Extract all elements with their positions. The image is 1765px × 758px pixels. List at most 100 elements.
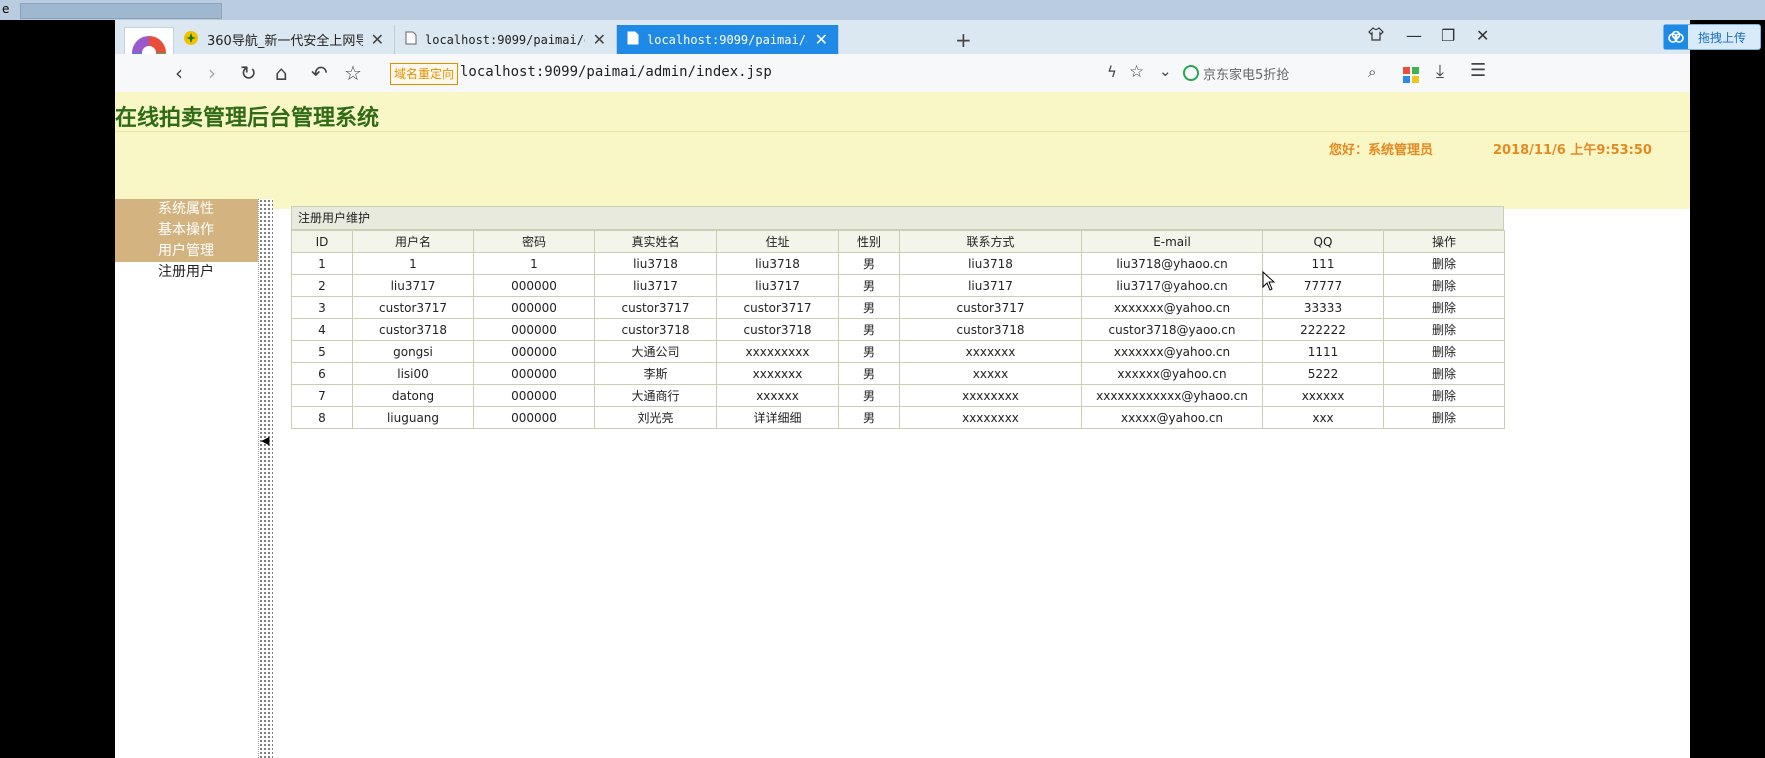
table-cell: liu3717 — [716, 274, 839, 297]
delete-link[interactable]: 删除 — [1432, 367, 1456, 381]
back-icon[interactable]: ‹ — [175, 61, 183, 85]
table-cell: liu3717 — [352, 274, 474, 297]
frame-splitter[interactable] — [258, 199, 273, 758]
table-cell: 000000 — [473, 406, 595, 429]
upload-label: 拖拽上传 — [1698, 30, 1747, 45]
lightning-icon[interactable]: ϟ — [1107, 63, 1117, 81]
delete-link[interactable]: 删除 — [1432, 345, 1456, 359]
refresh-icon[interactable]: ↻ — [240, 61, 257, 85]
dropdown-icon[interactable]: ⌄ — [1159, 62, 1172, 80]
table-cell: 删除 — [1383, 296, 1505, 319]
table-cell: 000000 — [473, 384, 595, 407]
address-toolbar: ‹ › ↻ ⌂ ↶ ☆ 域名重定向 localhost:9099/paimai/… — [115, 54, 1690, 93]
close-icon[interactable]: ✕ — [815, 30, 828, 49]
table-row: 1 1 1 liu3718 liu3718 男 liu3718 liu3718@yhaoo.c… — [291, 252, 1505, 275]
column-header: 密码 — [473, 230, 595, 253]
table-cell: xxxxxxx@yahoo.cn — [1081, 340, 1263, 363]
table-cell: 李斯 — [594, 362, 717, 385]
tab-360-nav[interactable]: 360导航_新一代安全上网导航 ✕ — [173, 25, 395, 54]
search-box[interactable]: 京东家电5折抢 — [1183, 59, 1393, 87]
skin-icon[interactable] — [1368, 26, 1384, 46]
domain-redirect-badge[interactable]: 域名重定向 — [390, 63, 459, 85]
panel-title: 注册用户维护 — [291, 206, 1504, 230]
search-icon[interactable]: ⌕ — [1368, 63, 1376, 81]
column-header: 用户名 — [352, 230, 474, 253]
sidebar-item-basic-ops[interactable]: 基本操作 — [115, 220, 258, 241]
table-cell: 删除 — [1383, 340, 1505, 363]
sidebar-item-user-management[interactable]: 用户管理 — [115, 241, 258, 262]
sidebar-item-system-properties[interactable]: 系统属性 — [115, 199, 258, 220]
browser-window: 360导航_新一代安全上网导航 ✕ localhost:9099/paimai/… — [115, 20, 1761, 758]
close-icon[interactable]: ✕ — [593, 30, 606, 49]
table-cell: 000000 — [473, 362, 595, 385]
table-cell: 男 — [838, 274, 900, 297]
minimize-icon[interactable]: — — [1406, 26, 1422, 45]
table-cell: 详详细细 — [716, 406, 839, 429]
table-cell: liu3718 — [899, 252, 1082, 275]
collapse-arrow-icon[interactable]: ◀ — [261, 434, 269, 447]
home-icon[interactable]: ⌂ — [275, 61, 288, 85]
table-cell: 5 — [291, 340, 353, 363]
column-header: ID — [291, 230, 353, 253]
page-icon — [405, 31, 417, 49]
cloud-icon — [1664, 25, 1688, 49]
table-cell: liu3718 — [716, 252, 839, 275]
os-task-button[interactable] — [20, 3, 222, 19]
table-cell: xxxxxx — [1262, 384, 1384, 407]
user-maintenance-panel: 注册用户维护 ID 用户名 密码 真实姓名 住址 性别 联系方式 E-mail QQ 操作 111… — [291, 206, 1505, 429]
table-cell: xxxxx — [899, 362, 1082, 385]
table-cell: 男 — [838, 406, 900, 429]
table-cell: custor3717 — [352, 296, 474, 319]
table-row: 2 liu3717 000000 liu3717 liu3717 男 liu3717 liu3… — [291, 274, 1505, 297]
table-cell: datong — [352, 384, 474, 407]
table-cell: 3 — [291, 296, 353, 319]
tab-title: localhost:9099/paimai/goodsM — [425, 32, 585, 47]
download-icon[interactable]: ⤓ — [1436, 61, 1444, 82]
page-content: 在线拍卖管理后台管理系统 您好：系统管理员 2018/11/6 上午9:53:5… — [115, 92, 1690, 758]
upload-button[interactable]: 拖拽上传 — [1663, 24, 1761, 50]
new-tab-icon[interactable]: + — [955, 28, 972, 52]
delete-link[interactable]: 删除 — [1432, 411, 1456, 425]
restore-icon[interactable]: ❐ — [1441, 26, 1455, 45]
menu-icon[interactable]: ☰ — [1470, 60, 1486, 81]
tab-title: 360导航_新一代安全上网导航 — [207, 34, 363, 49]
system-title: 在线拍卖管理后台管理系统 — [115, 106, 380, 131]
table-cell: xxxxxx@yahoo.cn — [1081, 362, 1263, 385]
os-taskbar-strip: e — [0, 0, 1765, 20]
bookmark-star-icon[interactable]: ☆ — [344, 61, 362, 85]
close-icon[interactable]: ✕ — [371, 30, 384, 49]
delete-link[interactable]: 删除 — [1432, 279, 1456, 293]
table-cell: 删除 — [1383, 252, 1505, 275]
table-cell: 000000 — [473, 318, 595, 341]
column-header: E-mail — [1081, 230, 1263, 253]
table-cell: 7 — [291, 384, 353, 407]
table-cell: 2 — [291, 274, 353, 297]
delete-link[interactable]: 删除 — [1432, 389, 1456, 403]
table-cell: xxxxxxxxxxxx@yhaoo.cn — [1081, 384, 1263, 407]
table-cell: 1 — [352, 252, 474, 275]
table-cell: custor3717 — [594, 296, 717, 319]
360-nav-icon — [183, 30, 199, 50]
delete-link[interactable]: 删除 — [1432, 323, 1456, 337]
undo-icon[interactable]: ↶ — [311, 61, 328, 85]
table-cell: 刘光亮 — [594, 406, 717, 429]
table-cell: 删除 — [1383, 406, 1505, 429]
tab-admin[interactable]: localhost:9099/paimai/admin/ ✕ — [617, 25, 839, 54]
users-table: ID 用户名 密码 真实姓名 住址 性别 联系方式 E-mail QQ 操作 1 1 1 liu3718… — [291, 230, 1505, 429]
delete-link[interactable]: 删除 — [1432, 257, 1456, 271]
table-cell: 1111 — [1262, 340, 1384, 363]
table-cell: custor3718@yaoo.cn — [1081, 318, 1263, 341]
apps-icon[interactable] — [1403, 64, 1419, 88]
table-cell: xxxxxx — [716, 384, 839, 407]
delete-link[interactable]: 删除 — [1432, 301, 1456, 315]
close-window-icon[interactable]: ✕ — [1476, 26, 1489, 45]
address-input[interactable]: localhost:9099/paimai/admin/index.jsp — [460, 64, 772, 80]
tab-goods[interactable]: localhost:9099/paimai/goodsM ✕ — [395, 25, 617, 54]
table-cell: gongsi — [352, 340, 474, 363]
table-cell: custor3717 — [899, 296, 1082, 319]
table-cell: 000000 — [473, 274, 595, 297]
favorite-star-icon[interactable]: ☆ — [1129, 62, 1144, 82]
table-cell: xxxxxxxx — [899, 406, 1082, 429]
forward-icon[interactable]: › — [208, 61, 216, 85]
sidebar-item-registered-users[interactable]: 注册用户 — [115, 262, 258, 283]
